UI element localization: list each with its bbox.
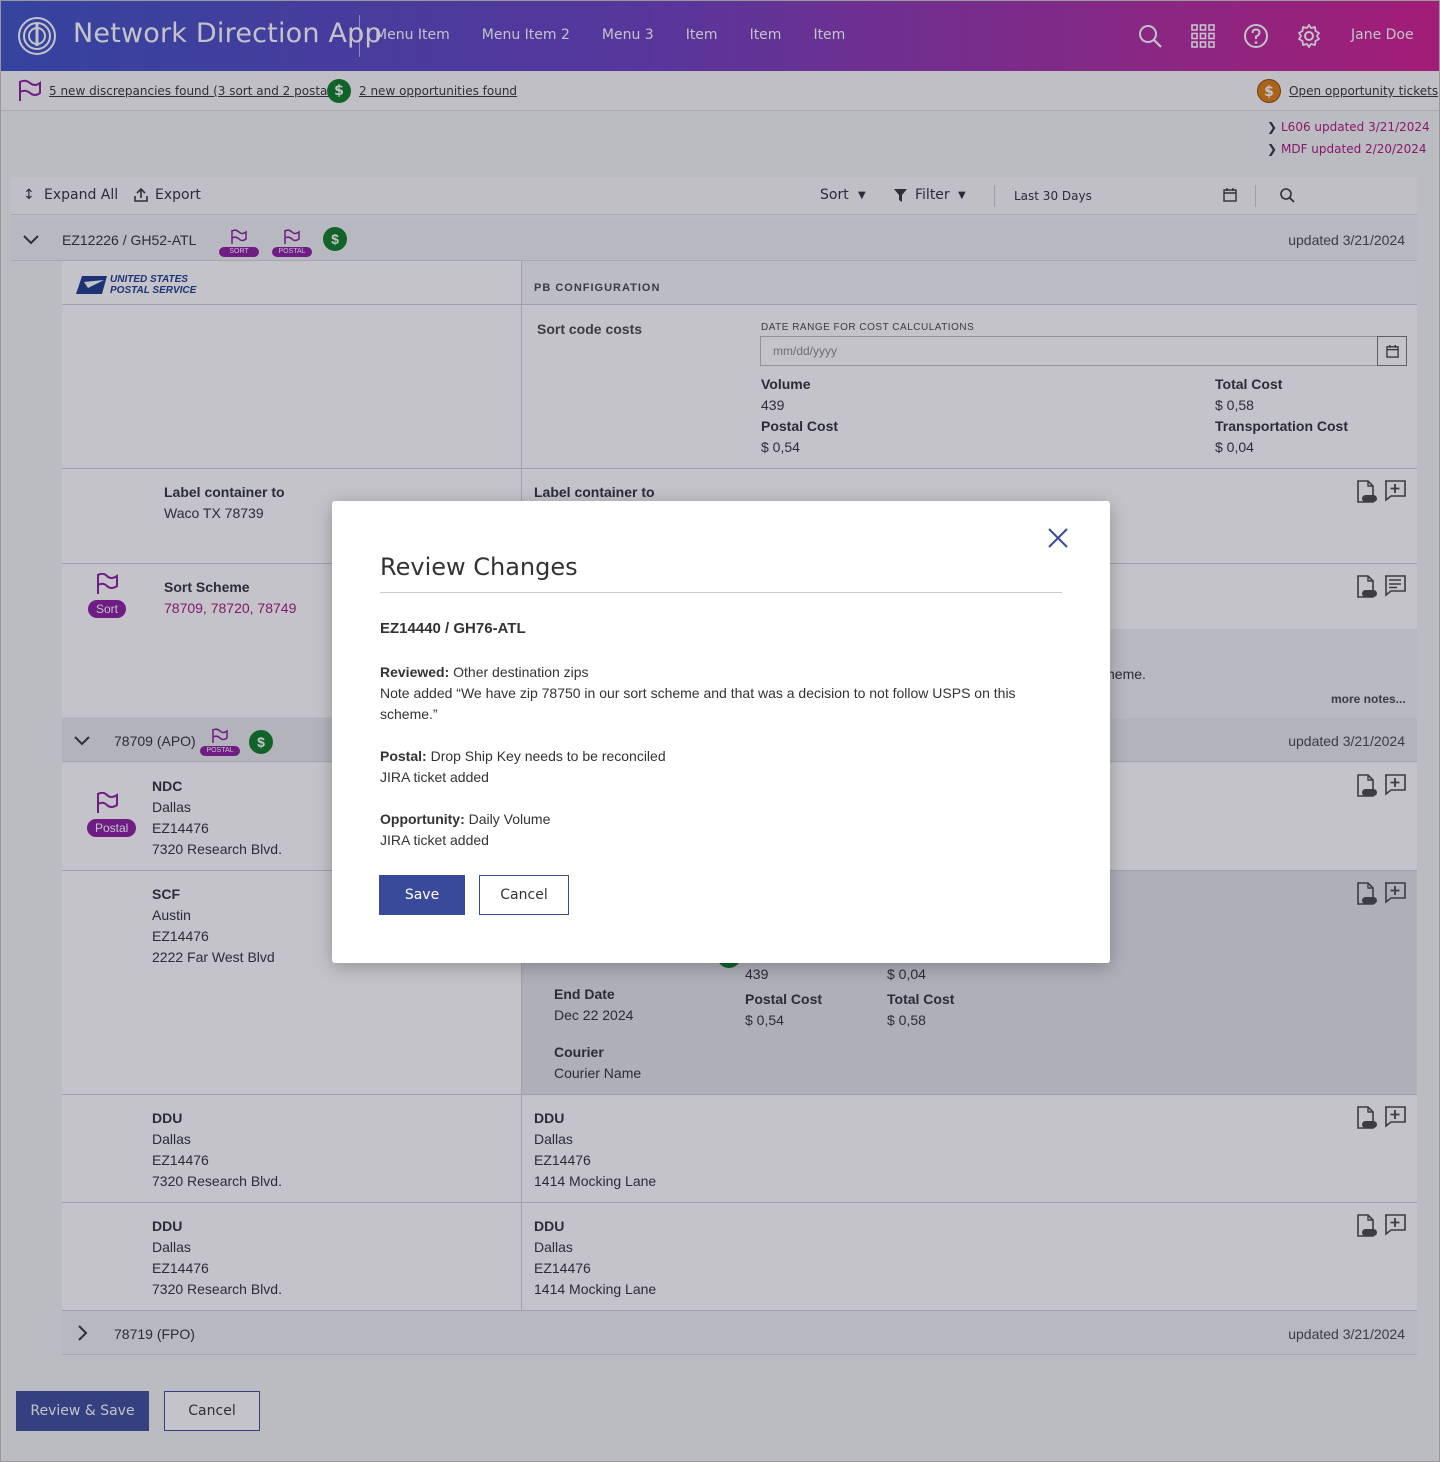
dialog-divider <box>380 592 1062 593</box>
postal-note: JIRA ticket added <box>380 769 489 785</box>
dialog-cancel-button[interactable]: Cancel <box>479 875 569 915</box>
app-page: Network Direction App Menu Item Menu Ite… <box>0 0 1440 1462</box>
dialog-title: Review Changes <box>380 553 578 581</box>
opportunity-section: Opportunity: Daily Volume JIRA ticket ad… <box>380 809 1040 851</box>
close-icon[interactable] <box>1046 526 1070 550</box>
reviewed-label: Reviewed: <box>380 664 450 680</box>
reviewed-section: Reviewed: Other destination zips Note ad… <box>380 662 1040 725</box>
dialog-subtitle: EZ14440 / GH76-ATL <box>380 620 526 637</box>
reviewed-note: Note added “We have zip 78750 in our sor… <box>380 685 1016 722</box>
opportunity-value: Daily Volume <box>464 811 551 827</box>
postal-section: Postal: Drop Ship Key needs to be reconc… <box>380 746 1040 788</box>
postal-value: Drop Ship Key needs to be reconciled <box>426 748 666 764</box>
opportunity-note: JIRA ticket added <box>380 832 489 848</box>
save-button[interactable]: Save <box>379 875 465 915</box>
opportunity-label: Opportunity: <box>380 811 465 827</box>
review-changes-dialog: Review Changes EZ14440 / GH76-ATL Review… <box>332 501 1110 963</box>
reviewed-value: Other destination zips <box>449 664 589 680</box>
postal-label: Postal: <box>380 748 427 764</box>
